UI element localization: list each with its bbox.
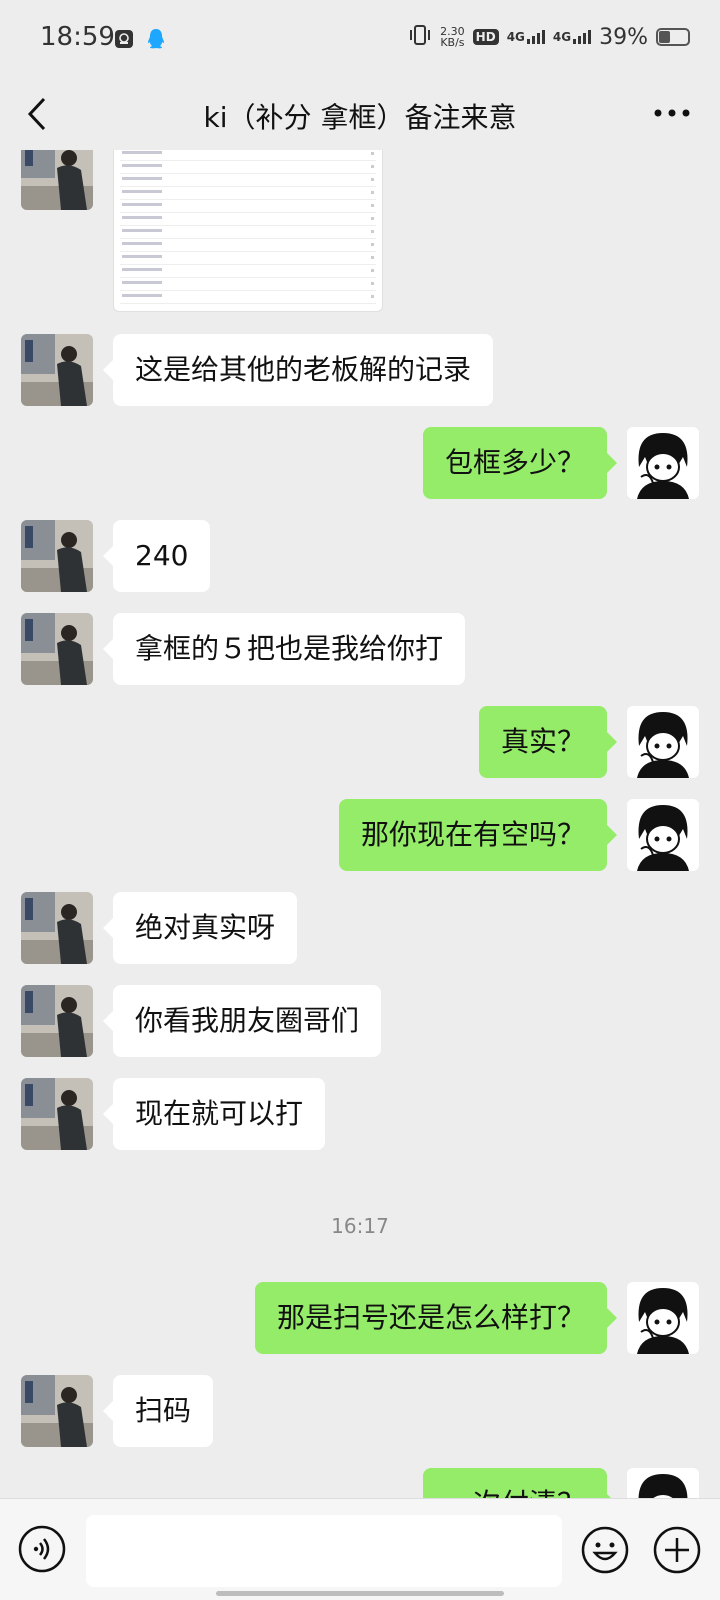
contact-avatar[interactable] [21, 150, 93, 210]
battery-level [659, 31, 670, 43]
signal-sim2-label: 4G [552, 30, 572, 44]
message-bubble-incoming[interactable]: 扫码 [102, 1375, 214, 1447]
my-avatar[interactable] [627, 1282, 699, 1354]
contact-avatar[interactable] [21, 1078, 93, 1150]
status-bar: 18:59 2.30 KB/s HD 4G 4G 39% [0, 0, 720, 80]
plus-button[interactable] [652, 1525, 702, 1575]
message-bubble-outgoing[interactable]: 真实？ [478, 706, 618, 778]
signal-bars-icon [573, 30, 592, 44]
message-bubble-outgoing[interactable]: 一次付清？ [422, 1468, 618, 1498]
signal-sim2: 4G [552, 30, 592, 44]
hd-badge: HD [472, 29, 499, 45]
app-notification-icon [112, 27, 136, 51]
input-bar [0, 1498, 720, 1600]
more-button[interactable] [652, 98, 692, 128]
message-bubble-incoming[interactable]: 这是给其他的老板解的记录 [102, 334, 494, 406]
message-bubble-outgoing[interactable]: 那是扫号还是怎么样打？ [254, 1282, 618, 1354]
contact-avatar[interactable] [21, 1375, 93, 1447]
emoji-icon [581, 1526, 629, 1574]
emoji-button[interactable] [580, 1525, 630, 1575]
qq-icon [144, 27, 168, 51]
message-timestamp: 16:17 [331, 1214, 389, 1238]
contact-avatar[interactable] [21, 985, 93, 1057]
chat-title: ki（补分 拿框）备注来意 [203, 101, 517, 134]
contact-avatar[interactable] [21, 520, 93, 592]
chat-message-list[interactable]: 这是给其他的老板解的记录 包框多少？ 240 拿框的５把也是我给你打 真实？ 那… [0, 150, 720, 1498]
contact-avatar[interactable] [21, 613, 93, 685]
signal-sim1-label: 4G [506, 30, 525, 44]
notification-icons [112, 27, 168, 51]
contact-avatar[interactable] [21, 334, 93, 406]
my-avatar[interactable] [627, 1468, 699, 1498]
battery-icon [656, 28, 690, 46]
network-speed: 2.30 KB/s [440, 26, 465, 48]
vibrate-icon [408, 24, 432, 50]
network-speed-unit: KB/s [440, 36, 465, 49]
my-avatar[interactable] [627, 706, 699, 778]
more-icon [654, 109, 690, 117]
message-bubble-outgoing[interactable]: 那你现在有空吗？ [338, 799, 618, 871]
status-indicators: 2.30 KB/s HD 4G 4G 39% [408, 24, 690, 50]
message-input[interactable] [86, 1515, 562, 1587]
message-bubble-incoming[interactable]: 240 [102, 520, 211, 592]
message-bubble-incoming[interactable]: 你看我朋友圈哥们 [102, 985, 382, 1057]
message-bubble-incoming[interactable]: 拿框的５把也是我给你打 [102, 613, 466, 685]
plus-icon [653, 1526, 701, 1574]
voice-icon [18, 1525, 66, 1573]
voice-button[interactable] [18, 1525, 66, 1573]
contact-avatar[interactable] [21, 892, 93, 964]
signal-bars-icon [526, 30, 545, 44]
image-message[interactable] [113, 150, 383, 312]
my-avatar[interactable] [627, 799, 699, 871]
home-indicator[interactable] [216, 1591, 504, 1596]
message-bubble-incoming[interactable]: 现在就可以打 [102, 1078, 326, 1150]
signal-sim1: 4G [507, 30, 545, 44]
status-time: 18:59 [40, 22, 115, 52]
my-avatar[interactable] [627, 427, 699, 499]
battery-percent: 39% [599, 24, 648, 50]
message-bubble-outgoing[interactable]: 包框多少？ [422, 427, 618, 499]
chat-header: ki（补分 拿框）备注来意 [0, 80, 720, 150]
message-bubble-incoming[interactable]: 绝对真实呀 [102, 892, 298, 964]
